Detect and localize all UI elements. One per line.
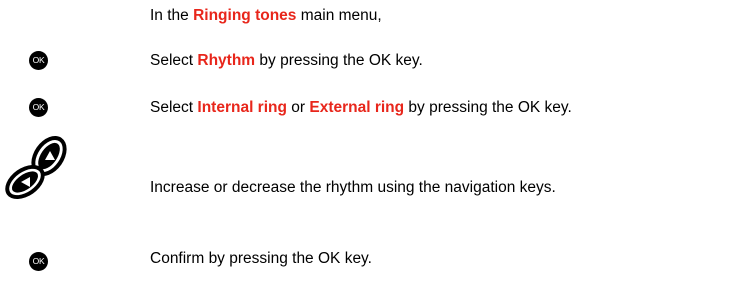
step1-before: Select (150, 52, 198, 69)
ok-key-icon: OK (29, 51, 48, 70)
ok-key-icon: OK (29, 252, 48, 271)
step2-middle: or (286, 99, 310, 116)
intro-text: In the Ringing tones main menu, (150, 7, 382, 25)
intro-before: In the (150, 7, 194, 24)
internal-ring-option-label: Internal ring (197, 99, 287, 116)
ok-key-label: OK (32, 102, 45, 112)
external-ring-option-label: External ring (309, 99, 405, 116)
step2-before: Select (150, 99, 198, 116)
step-select-ring-type: Select Internal ring or External ring by… (150, 99, 572, 117)
ok-key-icon: OK (29, 98, 48, 117)
step-adjust-rhythm: Increase or decrease the rhythm using th… (150, 179, 556, 196)
ok-key-label: OK (32, 55, 45, 65)
ok-key-label: OK (32, 256, 45, 266)
step-confirm: Confirm by pressing the OK key. (150, 250, 372, 267)
rhythm-option-label: Rhythm (197, 52, 256, 69)
navigation-keys-icon (5, 136, 67, 200)
step-select-rhythm: Select Rhythm by pressing the OK key. (150, 52, 423, 70)
ringing-tones-menu-label: Ringing tones (193, 7, 297, 24)
intro-after: main menu, (296, 7, 382, 24)
step1-after: by pressing the OK key. (255, 52, 423, 69)
step2-after: by pressing the OK key. (404, 99, 572, 116)
